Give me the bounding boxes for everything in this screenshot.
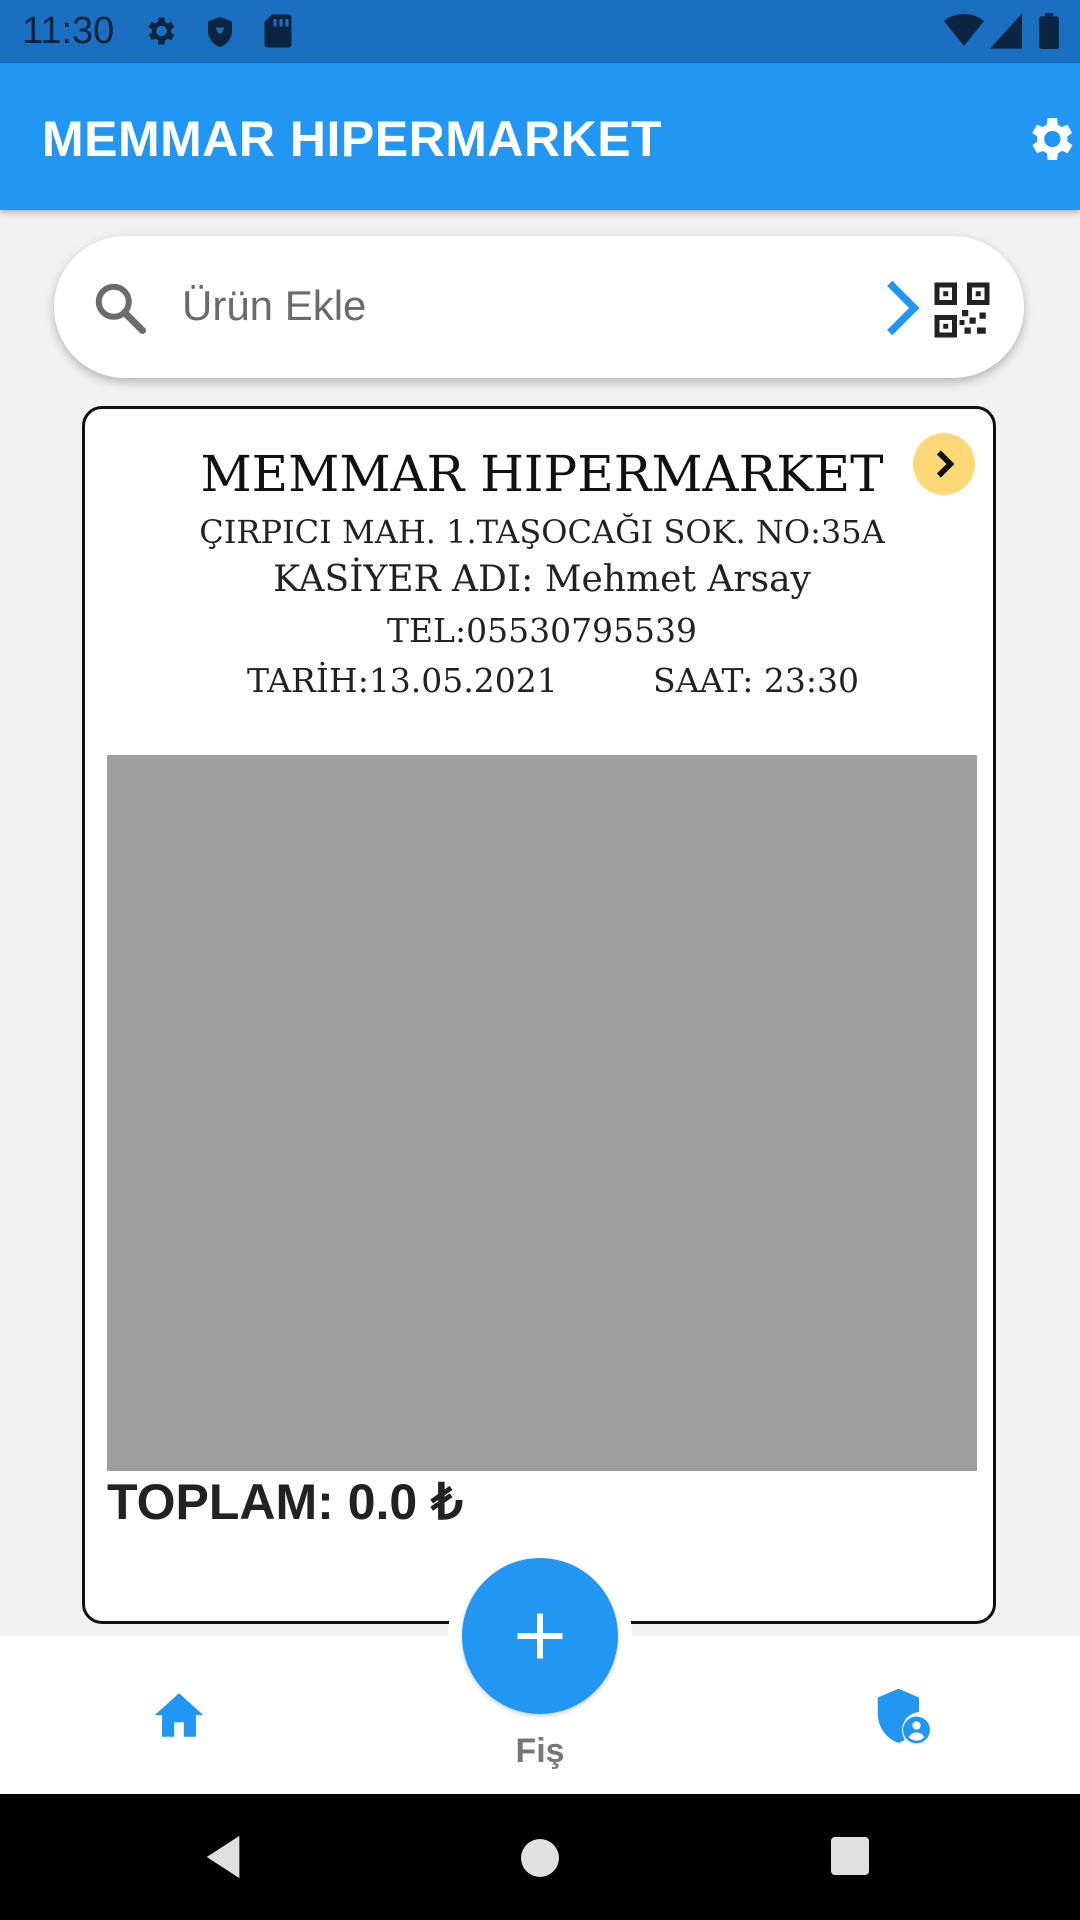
app-bar: MEMMAR HIPERMARKET <box>0 63 1080 210</box>
battery-icon <box>1039 13 1059 49</box>
add-receipt-button[interactable] <box>462 1558 618 1714</box>
receipt-items-area <box>107 755 977 1471</box>
recents-icon[interactable] <box>830 1836 870 1876</box>
admin-shield-icon[interactable] <box>870 1686 932 1748</box>
receipt-next-button[interactable] <box>913 433 975 495</box>
product-search-bar <box>54 236 1024 378</box>
receipt-time: SAAT: 23:30 <box>653 661 860 700</box>
product-search-input[interactable] <box>180 270 884 342</box>
chevron-right-icon[interactable] <box>872 276 932 340</box>
receipt-address: ÇIRPICI MAH. 1.TAŞOCAĞI SOK. NO:35A <box>199 513 885 551</box>
system-nav-bar <box>0 1794 1080 1920</box>
chevron-right-icon <box>936 450 955 478</box>
status-time: 11:30 <box>22 10 115 52</box>
settings-status-icon <box>148 17 175 45</box>
receipt-phone: TEL:05530795539 <box>386 611 698 650</box>
fab-label: Fiş <box>515 1732 565 1770</box>
home-nav-icon[interactable] <box>520 1838 560 1878</box>
sd-card-icon <box>264 14 292 48</box>
plus-icon <box>517 1613 563 1659</box>
gear-icon[interactable] <box>1022 111 1078 167</box>
receipt-cashier: KASİYER ADI: Mehmet Arsay <box>273 559 811 600</box>
app-title: MEMMAR HIPERMARKET <box>42 111 663 167</box>
shield-status-icon <box>208 17 232 47</box>
status-bar: 11:30 <box>0 0 1080 63</box>
wifi-icon <box>944 13 984 47</box>
search-icon <box>95 283 146 334</box>
receipt-date: TARİH:13.05.2021 <box>247 661 558 700</box>
qr-scan-icon[interactable] <box>932 280 992 340</box>
signal-icon <box>990 13 1022 49</box>
receipt-store-name: MEMMAR HIPERMARKET <box>200 445 884 503</box>
back-icon[interactable] <box>204 1834 244 1880</box>
receipt-total: TOPLAM: 0.0 ₺ <box>107 1474 463 1530</box>
receipt-card: MEMMAR HIPERMARKET ÇIRPICI MAH. 1.TAŞOCA… <box>82 406 996 1624</box>
home-icon[interactable] <box>150 1686 208 1744</box>
